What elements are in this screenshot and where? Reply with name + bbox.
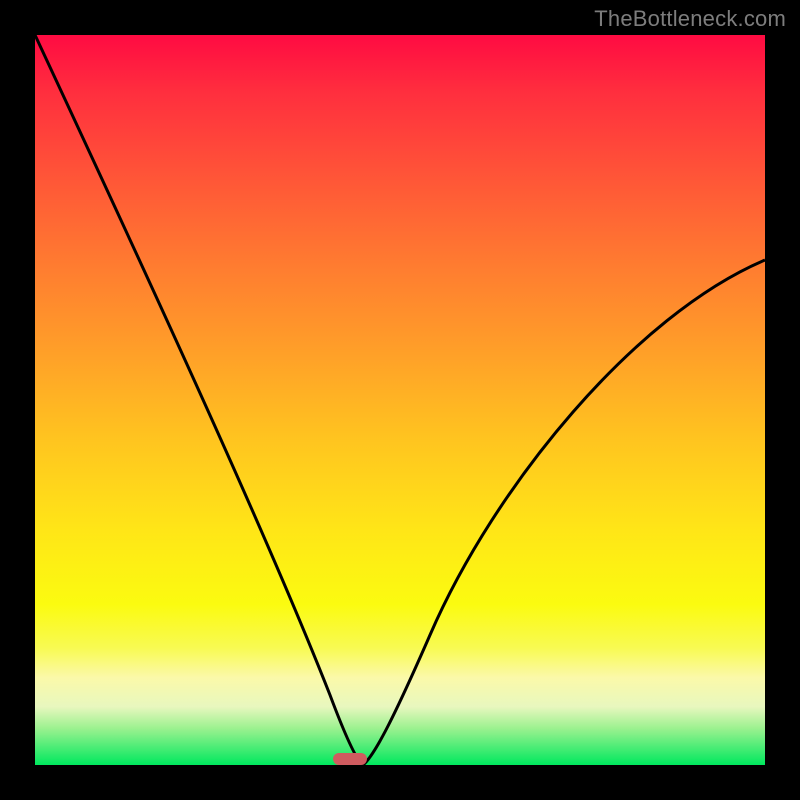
watermark-text: TheBottleneck.com bbox=[594, 6, 786, 32]
chart-frame: TheBottleneck.com bbox=[0, 0, 800, 800]
bottleneck-curve-left bbox=[35, 35, 363, 765]
optimal-marker bbox=[333, 753, 367, 765]
curve-layer bbox=[35, 35, 765, 765]
bottleneck-curve-right bbox=[363, 260, 765, 765]
plot-area bbox=[35, 35, 765, 765]
